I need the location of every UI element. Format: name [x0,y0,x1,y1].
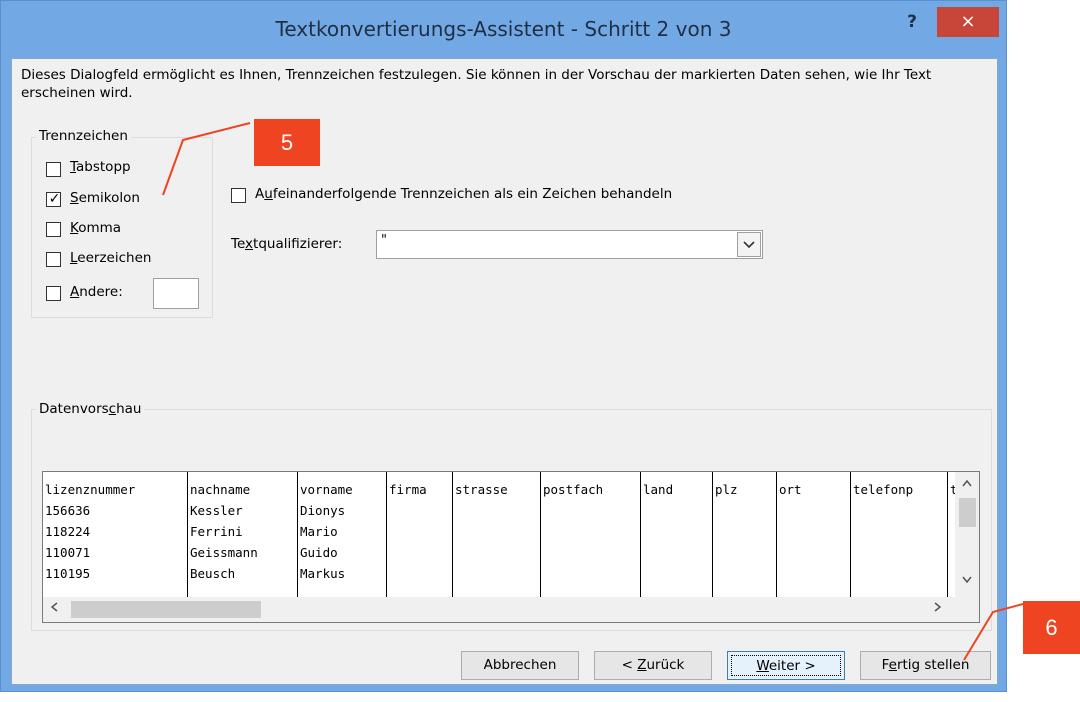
callout-lines [162,122,1024,661]
callout-step-6: 6 [1023,601,1080,654]
callout-step-5: 5 [254,119,320,166]
